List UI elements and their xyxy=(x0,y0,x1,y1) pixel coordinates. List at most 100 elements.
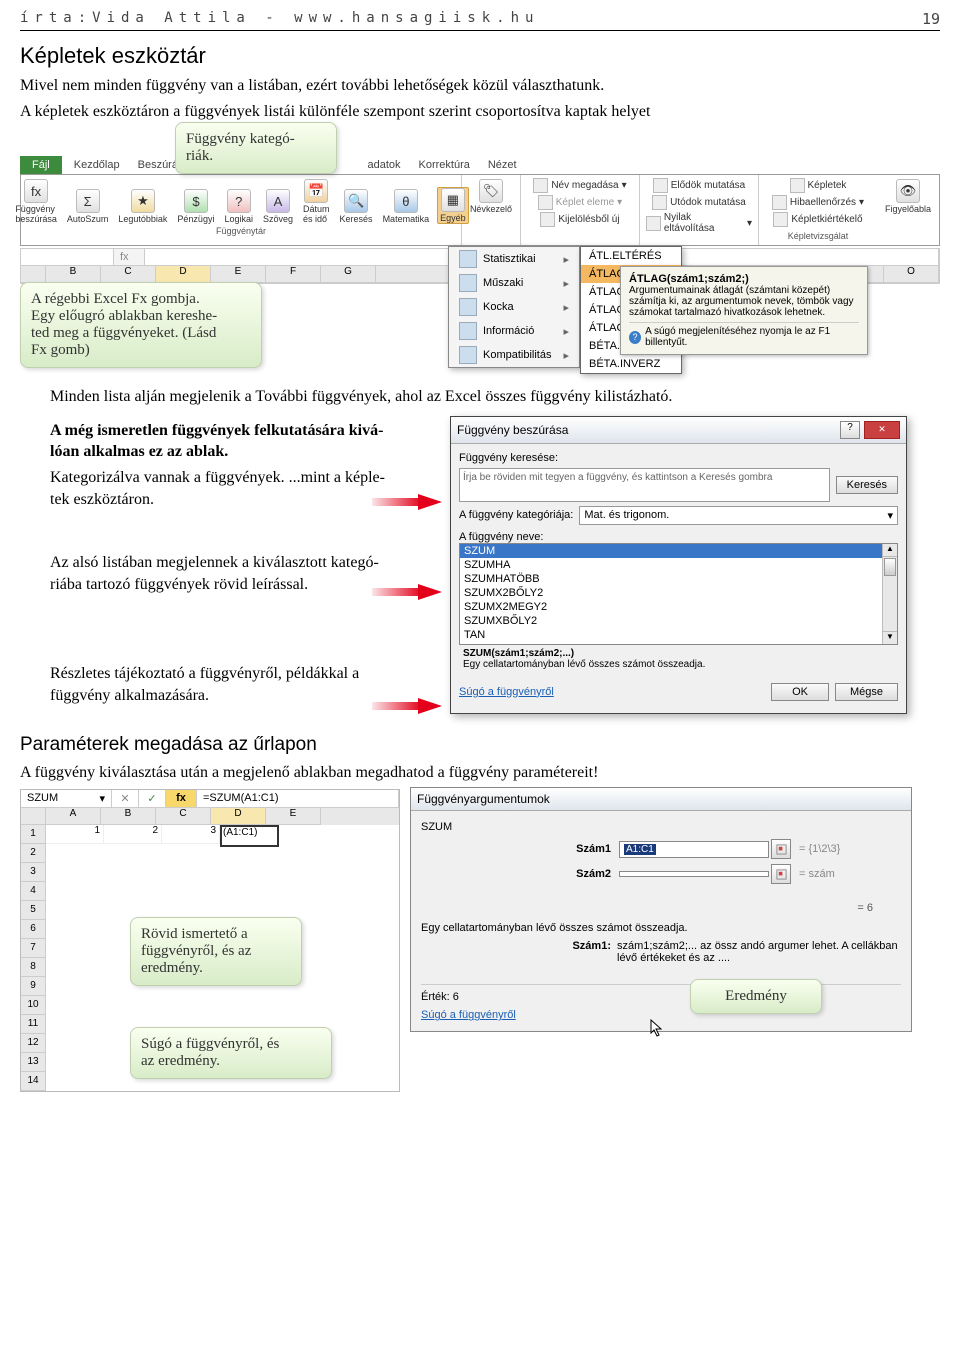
trace-dependents[interactable]: Utódok mutatása xyxy=(650,194,748,211)
create-from-sel-button[interactable]: Kijelölésből új xyxy=(538,211,621,228)
col-B[interactable]: B xyxy=(101,808,156,825)
text-button[interactable]: ASzöveg xyxy=(261,189,295,224)
col-C[interactable]: C xyxy=(101,266,156,283)
watch-window-button[interactable]: 👁Figyelőabla xyxy=(883,179,933,214)
list-item[interactable]: SZUMX2BŐLY2 xyxy=(460,586,897,600)
signature: SZUM(szám1;szám2;...) xyxy=(463,648,574,659)
recent-button[interactable]: ★Legutóbbiak xyxy=(116,189,169,224)
formula-input[interactable]: =SZUM(A1:C1) xyxy=(197,790,399,807)
row-header[interactable]: 1 xyxy=(21,825,46,844)
ribbon-tab-view[interactable]: Nézet xyxy=(482,156,523,174)
row-header[interactable]: 8 xyxy=(21,958,46,977)
arg2-input[interactable] xyxy=(619,871,769,877)
lookup-button[interactable]: 🔍Keresés xyxy=(338,189,375,224)
insert-function-button[interactable]: fxFüggvény beszúrása xyxy=(13,179,59,224)
args-title: Függvényargumentumok xyxy=(417,792,550,806)
row-header[interactable]: 9 xyxy=(21,977,46,996)
ribbon-tab-data[interactable]: adatok xyxy=(361,156,406,174)
col-E[interactable]: E xyxy=(266,808,321,825)
col-D[interactable]: D xyxy=(156,266,211,283)
function-tooltip: ÁTLAG(szám1;szám2;) Argumentumainak átla… xyxy=(620,266,868,355)
menu-statistical[interactable]: Statisztikai▸ xyxy=(449,247,579,271)
menu-compat[interactable]: Kompatibilitás▸ xyxy=(449,343,579,367)
menu-info[interactable]: Információ▸ xyxy=(449,319,579,343)
function-list[interactable]: SZUM SZUMHA SZUMHATÖBB SZUMX2BŐLY2 SZUMX… xyxy=(459,543,898,645)
row-header[interactable]: 14 xyxy=(21,1072,46,1091)
cell[interactable]: 2 xyxy=(104,825,162,844)
arrow-icon xyxy=(418,698,442,714)
ribbon-tab-home[interactable]: Kezdőlap xyxy=(68,156,126,174)
row-header[interactable]: 2 xyxy=(21,844,46,863)
col-F[interactable]: F xyxy=(266,266,321,283)
col-B[interactable]: B xyxy=(46,266,101,283)
row-header[interactable]: 7 xyxy=(21,939,46,958)
category-label: A függvény kategóriája: xyxy=(459,509,573,521)
fx-button[interactable]: fx xyxy=(166,790,197,807)
row-header[interactable]: 12 xyxy=(21,1034,46,1053)
list-item[interactable]: SZUMHATÖBB xyxy=(460,572,897,586)
close-button[interactable]: ✕ xyxy=(864,421,900,439)
arg1-label: Szám1 xyxy=(421,843,619,855)
scrollbar[interactable]: ▲ ▼ xyxy=(882,544,897,644)
col-C[interactable]: C xyxy=(156,808,211,825)
define-name-button[interactable]: Név megadása ▾ xyxy=(531,177,628,194)
cancel-button[interactable]: Mégse xyxy=(835,683,898,701)
author-line: írta:Vida Attila - www.hansagiisk.hu xyxy=(20,10,539,28)
evaluate-formula[interactable]: Képletkiértékelő xyxy=(771,211,864,228)
arg1-input[interactable]: A1:C1 xyxy=(619,841,769,858)
list-item[interactable]: SZUMX2MEGY2 xyxy=(460,600,897,614)
ribbon-tab-review[interactable]: Korrektúra xyxy=(413,156,476,174)
remove-arrows[interactable]: Nyilak eltávolítása ▾ xyxy=(644,211,754,235)
ribbon-tab-file[interactable]: Fájl xyxy=(20,156,62,174)
menu-cube[interactable]: Kocka▸ xyxy=(449,295,579,319)
list-item[interactable]: TAN xyxy=(460,628,897,642)
date-button[interactable]: 📅Dátum és idő xyxy=(301,179,332,224)
search-button[interactable]: Keresés xyxy=(836,476,898,494)
row-header[interactable]: 4 xyxy=(21,882,46,901)
row-header[interactable]: 3 xyxy=(21,863,46,882)
row-header[interactable]: 6 xyxy=(21,920,46,939)
row-header[interactable]: 13 xyxy=(21,1053,46,1072)
col-O[interactable]: O xyxy=(884,266,939,283)
col-E[interactable]: E xyxy=(211,266,266,283)
math-button[interactable]: θMatematika xyxy=(381,189,432,224)
category-select[interactable]: Mat. és trigonom.▾ xyxy=(579,506,898,525)
arrow-icon xyxy=(418,494,442,510)
active-cell[interactable]: (A1:C1) xyxy=(220,825,279,847)
function-name-label: SZUM xyxy=(421,821,901,833)
list-item[interactable]: SZUM xyxy=(460,544,897,558)
fn-beta-inverz[interactable]: BÉTA.INVERZ xyxy=(581,355,681,373)
col-A[interactable]: A xyxy=(46,808,101,825)
error-check[interactable]: Hibaellenőrzés ▾ xyxy=(770,194,866,211)
section-para-2: A képletek eszköztáron a függvények list… xyxy=(20,101,940,123)
col-D[interactable]: D xyxy=(211,808,266,825)
menu-engineering[interactable]: Műszaki▸ xyxy=(449,271,579,295)
fx-icon[interactable]: fx xyxy=(114,249,145,265)
name-box[interactable]: SZUM▾ xyxy=(21,790,112,807)
name-manager-button[interactable]: 🏷Névkezelő xyxy=(468,179,514,214)
row-header[interactable]: 5 xyxy=(21,901,46,920)
more-functions-menu[interactable]: Statisztikai▸ Műszaki▸ Kocka▸ Információ… xyxy=(448,246,580,368)
fn-atl-elteres[interactable]: ÁTL.ELTÉRÉS xyxy=(581,247,681,265)
trace-precedents[interactable]: Elődök mutatása xyxy=(651,177,748,194)
financial-button[interactable]: $Pénzügyi xyxy=(175,189,216,224)
list-item[interactable]: SZUMHA xyxy=(460,558,897,572)
help-button[interactable]: ? xyxy=(840,421,860,439)
ok-button[interactable]: OK xyxy=(771,683,829,701)
col-G[interactable]: G xyxy=(321,266,376,283)
callout-result: Eredmény xyxy=(690,979,822,1014)
logical-button[interactable]: ?Logikai xyxy=(222,189,255,224)
cell[interactable]: 3 xyxy=(162,825,220,844)
cell[interactable]: 1 xyxy=(46,825,104,844)
collapse-dialog-icon[interactable] xyxy=(771,864,791,884)
autosum-button[interactable]: ΣAutoSzum xyxy=(65,189,111,224)
list-item[interactable]: SZUMXBŐLY2 xyxy=(460,614,897,628)
use-in-formula-button[interactable]: Képlet eleme ▾ xyxy=(536,194,624,211)
show-formulas[interactable]: Képletek xyxy=(788,177,849,194)
search-input[interactable]: Írja be röviden mit tegyen a függvény, é… xyxy=(459,468,830,502)
help-link[interactable]: Súgó a függvényről xyxy=(459,686,554,698)
collapse-dialog-icon[interactable] xyxy=(771,839,791,859)
name-box[interactable] xyxy=(21,249,114,265)
row-header[interactable]: 11 xyxy=(21,1015,46,1034)
row-header[interactable]: 10 xyxy=(21,996,46,1015)
